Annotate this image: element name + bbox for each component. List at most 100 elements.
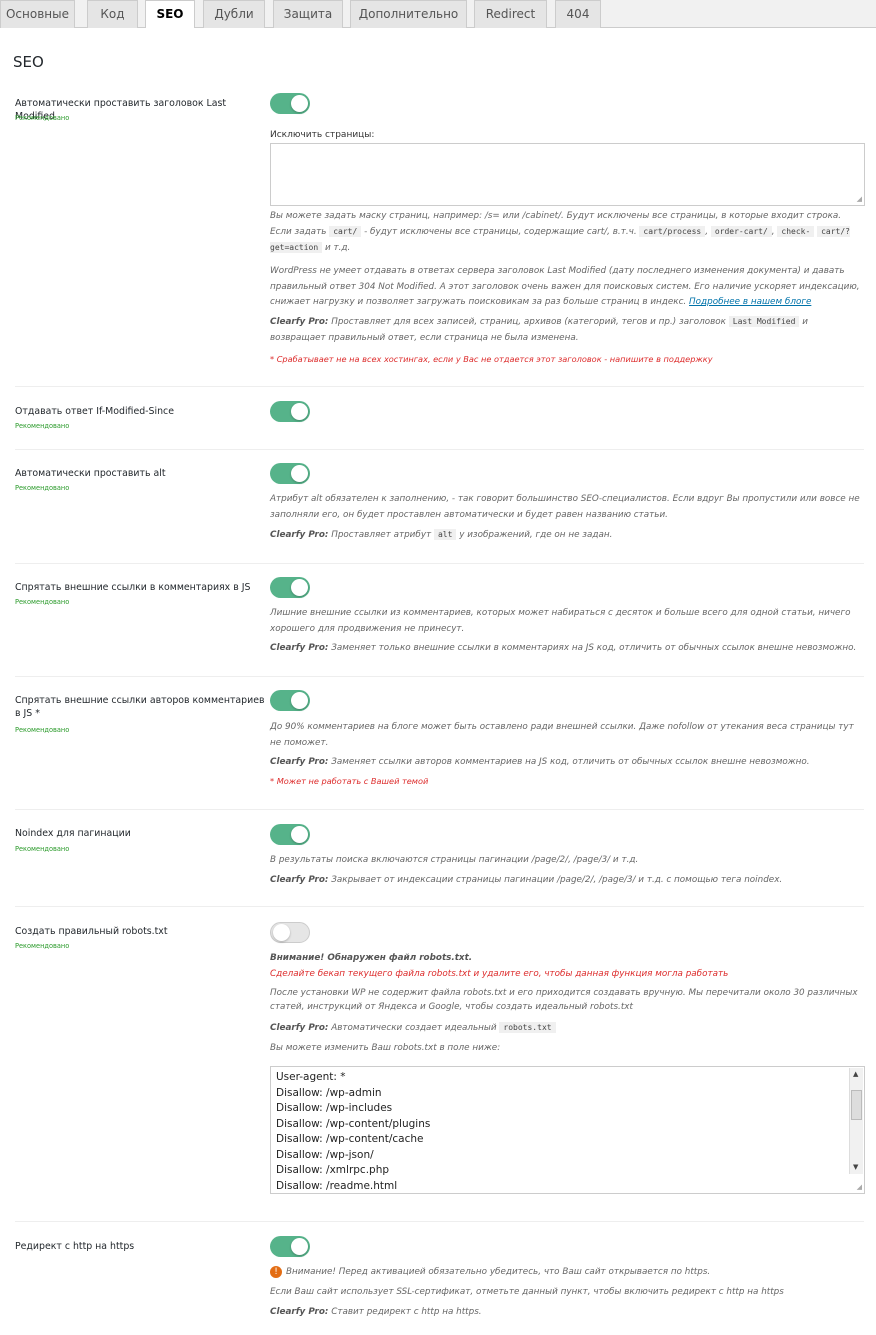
tab-code[interactable]: Код (87, 0, 138, 28)
hide-comment-links-pro: Clearfy Pro: Заменяет только внешние ссы… (270, 640, 864, 656)
desc-text: Вы можете задать маску страниц, например… (270, 211, 842, 221)
blog-link[interactable]: Подробнее в нашем блоге (689, 297, 811, 307)
robots-content: User-agent: * Disallow: /wp-admin Disall… (271, 1067, 864, 1193)
tab-protection[interactable]: Защита (273, 0, 343, 28)
toggle-knob (291, 692, 308, 709)
robots-line: Disallow: /readme.html (276, 1179, 398, 1192)
desc-text: и т.д. (324, 243, 351, 253)
tab-additional[interactable]: Дополнительно (350, 0, 467, 28)
noindex-pagination-pro: Clearfy Pro: Закрывает от индексации стр… (270, 872, 864, 888)
code-snippet: alt (433, 529, 457, 540)
exclude-pages-label: Исключить страницы: (270, 130, 375, 140)
divider (15, 1221, 864, 1222)
toggle-knob (291, 826, 308, 843)
resize-handle-icon[interactable]: ◢ (857, 195, 862, 203)
robots-pro: Clearfy Pro: Автоматически создает идеал… (270, 1020, 864, 1036)
page-title: SEO (13, 53, 44, 71)
toggle-noindex-pagination[interactable] (270, 824, 310, 845)
robots-alert-title: Внимание! Обнаружен файл robots.txt. (270, 953, 473, 963)
pro-label: Clearfy Pro: (270, 643, 329, 653)
exclude-pages-textarea[interactable]: ◢ (270, 143, 865, 206)
desc-text: Проставляет атрибут (331, 530, 432, 540)
robots-line: Disallow: /wp-content/plugins (276, 1117, 431, 1130)
hide-author-links-description: До 90% комментариев на блоге может быть … (270, 722, 854, 748)
pro-label: Clearfy Pro: (270, 1023, 329, 1033)
scroll-up-icon[interactable]: ▲ (853, 1070, 858, 1078)
toggle-https-redirect[interactable] (270, 1236, 310, 1257)
robots-line: Disallow: /wp-json/ (276, 1148, 374, 1161)
scroll-thumb[interactable] (851, 1090, 862, 1120)
option-label-https-redirect: Редирект с http на https (15, 1241, 135, 1252)
pro-label: Clearfy Pro: (270, 1307, 329, 1317)
resize-handle-icon[interactable]: ◢ (857, 1183, 862, 1191)
code-snippet: Last Modified (728, 316, 800, 327)
recommended-badge: Рекомендовано (15, 845, 70, 853)
option-label-auto-alt: Автоматически проставить alt (15, 468, 166, 479)
code-snippet: robots.txt (499, 1022, 556, 1033)
hide-author-links-warning: * Может не работать с Вашей темой (270, 776, 429, 786)
last-modified-explanation: WordPress не умеет отдавать в ответах се… (270, 264, 864, 311)
desc-text: у изображений, где он не задан. (459, 530, 613, 540)
robots-line: User-agent: * (276, 1071, 346, 1083)
recommended-badge: Рекомендовано (15, 726, 70, 734)
tab-seo[interactable]: SEO (145, 0, 195, 29)
option-label-noindex-pagination: Noindex для пагинации (15, 828, 131, 839)
toggle-knob (291, 403, 308, 420)
tab-404[interactable]: 404 (555, 0, 601, 28)
recommended-badge: Рекомендовано (15, 114, 70, 122)
https-redirect-alert: ! Внимание! Перед активацией обязательно … (270, 1264, 864, 1280)
scroll-down-icon[interactable]: ▼ (853, 1163, 858, 1171)
tab-main[interactable]: Основные (0, 0, 75, 28)
last-modified-description: Вы можете задать маску страниц, например… (270, 211, 850, 253)
code-snippet: order-cart/ (710, 226, 772, 237)
tab-redirect[interactable]: Redirect (474, 0, 547, 28)
divider (15, 906, 864, 907)
divider (15, 449, 864, 450)
https-redirect-pro: Clearfy Pro: Ставит редирект с http на h… (270, 1304, 864, 1320)
settings-panel: SEO Автоматически проставить заголовок L… (0, 28, 876, 1335)
toggle-robots[interactable] (270, 922, 310, 943)
auto-alt-description: Атрибут alt обязателен к заполнению, - т… (270, 494, 860, 520)
option-label-robots: Создать правильный robots.txt (15, 926, 168, 937)
toggle-knob (273, 924, 290, 941)
auto-alt-pro: Clearfy Pro: Проставляет атрибут alt у и… (270, 527, 864, 543)
pro-label: Clearfy Pro: (270, 317, 329, 327)
settings-tab-bar: Основные Код SEO Дубли Защита Дополнител… (0, 0, 876, 29)
code-snippet: cart/process (639, 226, 706, 237)
warning-icon: ! (270, 1266, 282, 1278)
recommended-badge: Рекомендовано (15, 422, 70, 430)
https-redirect-description: Если Ваш сайт использует SSL-сертификат,… (270, 1287, 784, 1297)
robots-alert-text: Сделайте бекап текущего файла robots.txt… (270, 969, 729, 979)
toggle-if-modified[interactable] (270, 401, 310, 422)
toggle-auto-alt[interactable] (270, 463, 310, 484)
toggle-hide-comment-links[interactable] (270, 577, 310, 598)
robots-line: Disallow: /wp-admin (276, 1086, 382, 1099)
toggle-knob (291, 465, 308, 482)
robots-textarea[interactable]: User-agent: * Disallow: /wp-admin Disall… (270, 1066, 865, 1194)
divider (15, 676, 864, 677)
desc-text: Внимание! Перед активацией обязательно у… (286, 1267, 711, 1277)
robots-edit-hint: Вы можете изменить Ваш robots.txt в поле… (270, 1043, 501, 1053)
robots-line: Disallow: /wp-includes (276, 1102, 393, 1114)
option-label-hide-comment-links: Спрятать внешние ссылки в комментариях в… (15, 582, 251, 593)
recommended-badge: Рекомендовано (15, 942, 70, 950)
desc-text: Заменяет только внешние ссылки в коммент… (331, 643, 857, 653)
robots-line: Disallow: /xmlrpc.php (276, 1164, 390, 1176)
code-snippet: cart/ (329, 226, 362, 237)
desc-text: Ставит редирект с http на https. (331, 1307, 482, 1317)
robots-alert: Внимание! Обнаружен файл robots.txt. Сде… (270, 950, 864, 982)
recommended-badge: Рекомендовано (15, 598, 70, 606)
divider (15, 563, 864, 564)
tab-duplicates[interactable]: Дубли (203, 0, 265, 28)
robots-scrollbar[interactable]: ▲ ▼ (849, 1068, 863, 1174)
toggle-hide-author-links[interactable] (270, 690, 310, 711)
robots-line: Disallow: /wp-content/cache (276, 1133, 424, 1145)
hide-author-links-pro: Clearfy Pro: Заменяет ссылки авторов ком… (270, 754, 864, 770)
last-modified-pro: Clearfy Pro: Проставляет для всех записе… (270, 314, 864, 346)
toggle-last-modified[interactable] (270, 93, 310, 114)
option-label-hide-author-links: Спрятать внешние ссылки авторов коммента… (15, 695, 265, 719)
pro-label: Clearfy Pro: (270, 530, 329, 540)
robots-description: После установки WP не содержит файла rob… (270, 988, 858, 1012)
option-label-if-modified: Отдавать ответ If-Modified-Since (15, 406, 174, 417)
divider (15, 386, 864, 387)
